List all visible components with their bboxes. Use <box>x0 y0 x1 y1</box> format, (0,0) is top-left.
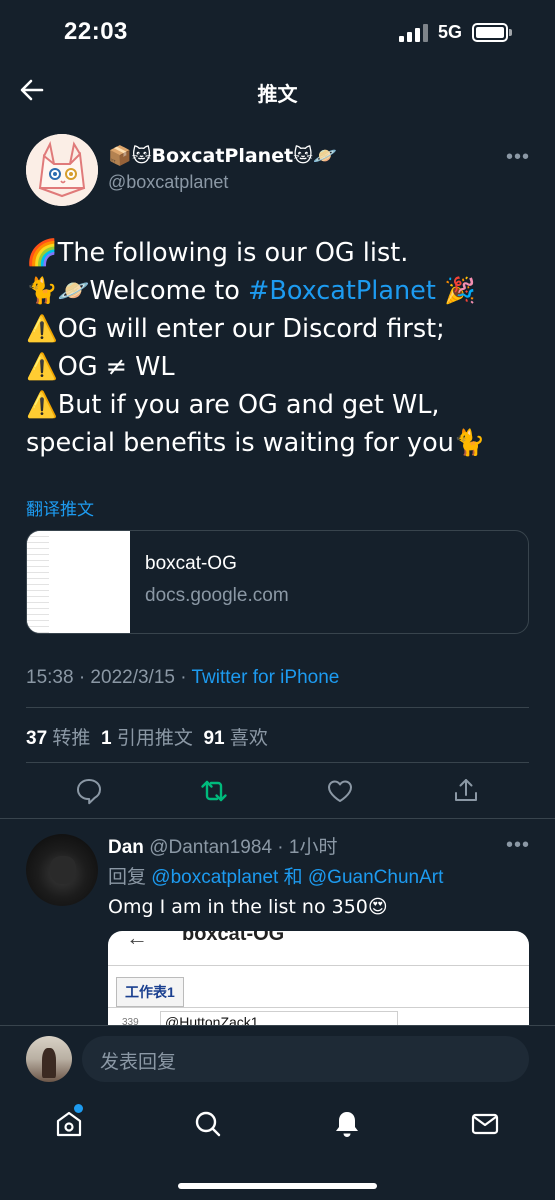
search-icon[interactable] <box>192 1108 224 1140</box>
likes-label[interactable]: 喜欢 <box>230 728 268 749</box>
tweet-line-3: ⚠️OG will enter our Discord first; <box>26 314 445 344</box>
reply-image[interactable]: ← boxcat-OG 工作表1 339 @HuttonZack1 <box>108 931 529 1031</box>
reply-handle-time: @Dantan1984 · 1小时 <box>149 837 338 858</box>
card-title: boxcat-OG <box>145 553 237 574</box>
replying-to: 回复 @boxcatplanet 和 @GuanChunArt <box>108 867 444 888</box>
source-link[interactable]: Twitter for iPhone <box>192 667 340 688</box>
messages-icon[interactable] <box>469 1108 501 1140</box>
battery-tip <box>509 29 512 36</box>
card-thumbnail <box>27 531 130 633</box>
tweet-line-5: ⚠️But if you are OG and get WL, <box>26 390 440 420</box>
author-handle[interactable]: @boxcatplanet <box>108 172 228 193</box>
reply-icon[interactable] <box>75 777 103 805</box>
tweet-stats: 37 转推 1 引用推文 91 喜欢 <box>26 723 268 750</box>
home-indicator <box>178 1183 377 1189</box>
translate-link[interactable]: 翻译推文 <box>26 495 94 520</box>
reply-avatar[interactable] <box>26 834 98 906</box>
network-type: 5G <box>438 22 463 42</box>
notifications-icon[interactable] <box>331 1108 363 1140</box>
retweets-count[interactable]: 37 <box>26 728 47 749</box>
divider <box>26 707 529 708</box>
share-icon[interactable] <box>452 777 480 805</box>
reply-author-name[interactable]: Dan <box>108 837 144 858</box>
tweet-line-6: special benefits is waiting for you🐈 <box>26 428 486 458</box>
battery-icon <box>472 23 508 42</box>
tweet-line-2: 🐈🪐Welcome to #BoxcatPlanet 🎉 <box>26 276 476 306</box>
like-icon[interactable] <box>326 777 354 805</box>
link-card[interactable]: boxcat-OG docs.google.com <box>26 530 529 634</box>
reply-text: Omg I am in the list no 350😍 <box>108 896 388 918</box>
reply-header: Dan @Dantan1984 · 1小时 <box>108 832 337 859</box>
retweets-label[interactable]: 转推 <box>52 728 90 749</box>
more-options-icon[interactable]: ••• <box>506 834 530 857</box>
tweet-timestamp: 15:38 · 2022/3/15 · Twitter for iPhone <box>26 667 340 688</box>
reply-input-placeholder[interactable]: 发表回复 <box>100 1047 176 1074</box>
likes-count[interactable]: 91 <box>203 728 224 749</box>
sheet-tab: 工作表1 <box>116 977 184 1007</box>
author-name[interactable]: 📦🐱BoxcatPlanet🐱🪐 <box>108 144 337 167</box>
my-avatar <box>26 1036 72 1082</box>
home-icon[interactable] <box>53 1108 85 1140</box>
hashtag-link[interactable]: #BoxcatPlanet <box>248 276 436 306</box>
signal-icon <box>399 24 429 42</box>
quotes-count[interactable]: 1 <box>101 728 112 749</box>
mention-link[interactable]: @boxcatplanet <box>151 867 278 888</box>
more-options-icon[interactable]: ••• <box>506 146 530 169</box>
page-title: 推文 <box>257 84 298 106</box>
doc-title: boxcat-OG <box>182 931 285 945</box>
card-domain: docs.google.com <box>145 585 289 606</box>
tweet-line-4: ⚠️OG ≠ WL <box>26 352 175 382</box>
tweet-line-1: 🌈The following is our OG list. <box>26 238 409 268</box>
divider <box>0 818 555 819</box>
divider <box>26 762 529 763</box>
mention-link[interactable]: @GuanChunArt <box>308 867 443 888</box>
avatar[interactable] <box>26 134 98 206</box>
quotes-label[interactable]: 引用推文 <box>117 728 193 749</box>
back-arrow-icon: ← <box>126 931 148 950</box>
status-time: 22:03 <box>64 18 128 45</box>
retweet-icon[interactable] <box>200 777 228 805</box>
tweet-text: 🌈The following is our OG list. 🐈🪐Welcome… <box>26 234 536 462</box>
notification-dot <box>74 1104 83 1113</box>
